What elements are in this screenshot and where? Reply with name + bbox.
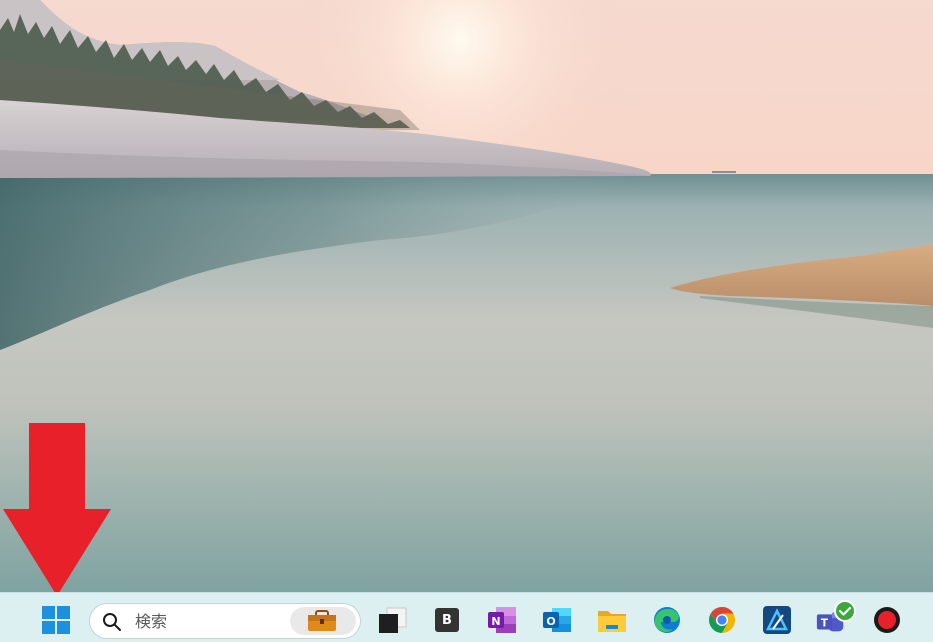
outlook-letter: O <box>546 615 555 628</box>
start-button[interactable] <box>39 603 73 637</box>
teams-letter: T <box>821 618 829 630</box>
onenote-letter: N <box>491 615 500 628</box>
briefcase-icon <box>308 610 336 631</box>
task-view-icon <box>379 607 407 633</box>
chrome-icon <box>708 607 736 633</box>
taskbar-app-edge[interactable] <box>650 603 684 637</box>
taskbar-app-chrome[interactable] <box>705 603 739 637</box>
search-highlight-button[interactable] <box>290 607 356 635</box>
edge-icon <box>654 607 680 633</box>
onenote-icon: N <box>488 607 516 633</box>
taskbar-app-affinity-designer[interactable] <box>760 603 794 637</box>
bootcamp-icon: B <box>435 608 459 632</box>
checkmark-badge-icon <box>834 600 856 622</box>
taskbar-app-onenote[interactable]: N <box>485 603 519 637</box>
taskbar-app-task-view[interactable] <box>375 603 409 637</box>
taskbar-app-file-explorer[interactable] <box>595 603 629 637</box>
search-icon <box>103 613 121 631</box>
wallpaper-image <box>0 0 933 592</box>
desktop-wallpaper <box>0 0 933 592</box>
windows-logo-icon <box>42 606 70 634</box>
outlook-icon: O <box>543 608 571 632</box>
taskbar-app-record[interactable] <box>870 603 904 637</box>
taskbar-app-bootcamp[interactable]: B <box>430 603 464 637</box>
bootcamp-letter: B <box>442 612 452 628</box>
taskbar-app-outlook[interactable]: O <box>540 603 574 637</box>
search-box[interactable]: 検索 <box>89 603 361 639</box>
folder-icon <box>598 611 626 632</box>
record-icon <box>874 607 900 633</box>
search-placeholder: 検索 <box>135 612 168 631</box>
red-arrow-annotation <box>3 423 111 592</box>
affinity-designer-icon <box>763 606 791 634</box>
